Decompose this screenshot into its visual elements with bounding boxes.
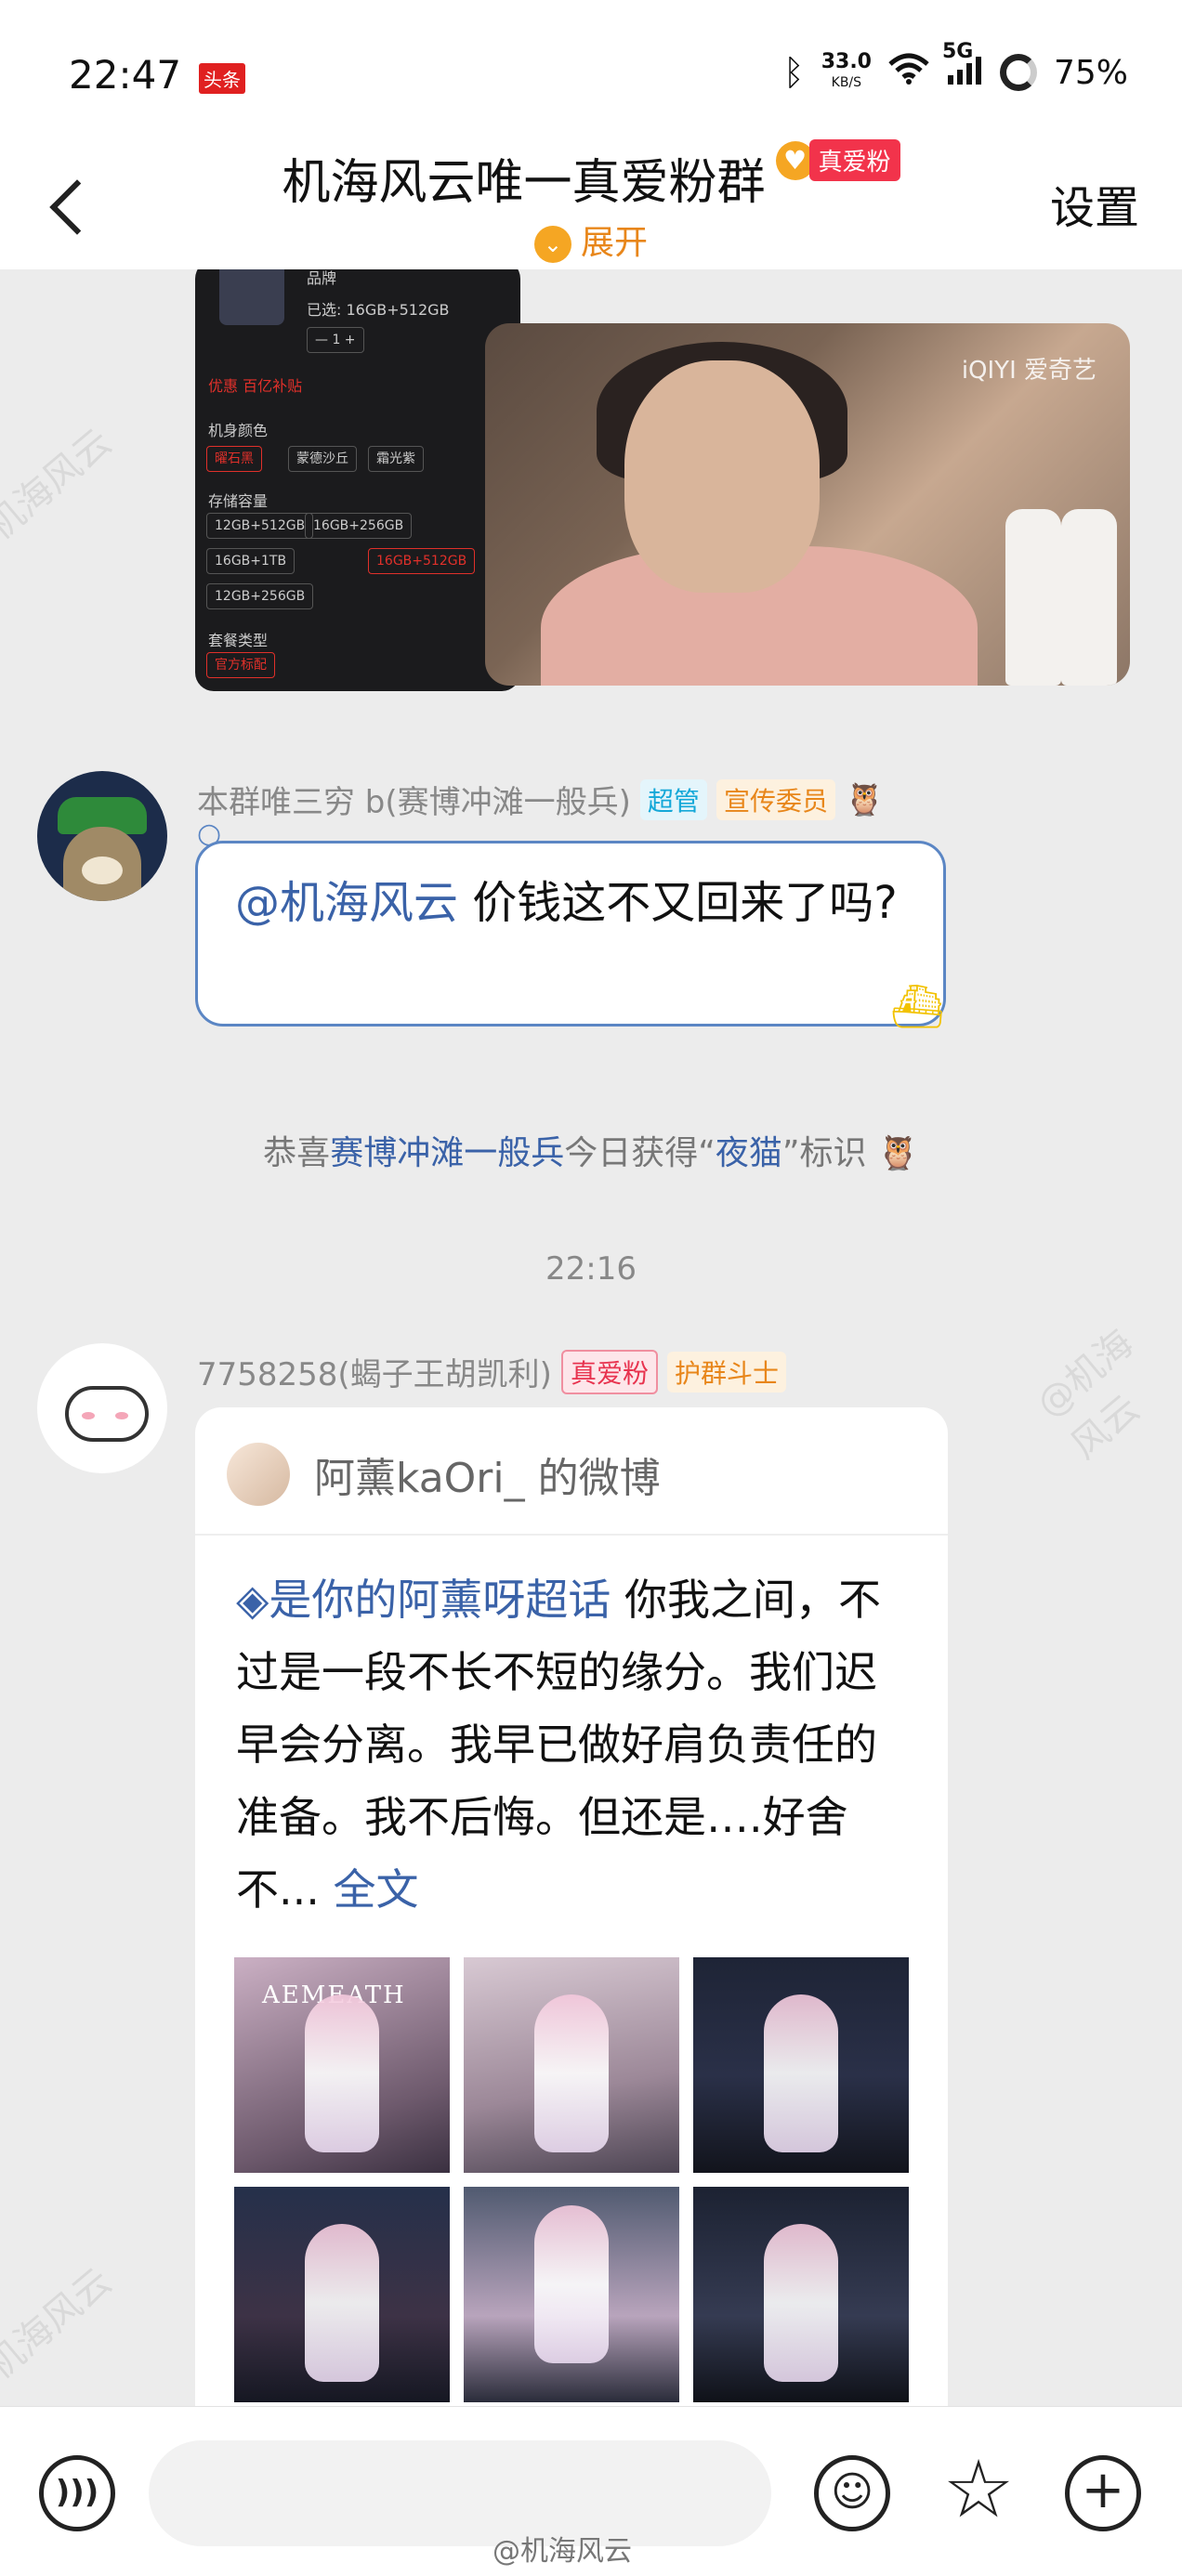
card-body: ◈是你的阿薰呀超话 你我之间，不过是一段不长不短的缘分。我们迟早会分离。我早已做… <box>236 1563 914 1926</box>
title-row: 机海风云唯一真爱粉群 ♥ 真爱粉 <box>0 139 1182 213</box>
grid-image[interactable]: AEMEATH <box>234 1957 450 2173</box>
voice-button[interactable]: ))) <box>39 2455 115 2531</box>
topic-link[interactable]: ◈是你的阿薰呀超话 <box>236 1575 611 1625</box>
settings-button[interactable]: 设置 <box>1050 171 1139 236</box>
message-sender: 本群唯三穷 b(赛博冲滩一般兵) 超管 宣传委员 🦉 <box>197 777 884 822</box>
voice-icon: ))) <box>55 2474 99 2511</box>
guard-tag: 护群斗士 <box>666 1351 786 1393</box>
input-toolbar: ))) ☺ ☆ + @机海风云 <box>0 2406 1182 2576</box>
system-message: 恭喜赛博冲滩一般兵今日获得“夜猫”标识 🦉 <box>263 1134 919 1172</box>
system-badge-link[interactable]: 夜猫 <box>716 1134 782 1172</box>
message-input[interactable] <box>149 2440 771 2546</box>
grid-image[interactable] <box>464 1957 679 2173</box>
bubble-decoration-icon: ○ <box>197 817 222 850</box>
image-grid: AEMEATH <box>234 1957 913 2406</box>
card-source: 阿薰kaOri_ 的微博 <box>314 1455 661 1502</box>
group-title[interactable]: 机海风云唯一真爱粉群 <box>282 143 765 213</box>
grid-image[interactable] <box>234 2187 450 2402</box>
sticker-button[interactable]: ☆ <box>940 2450 1017 2531</box>
grid-image[interactable] <box>693 2187 909 2402</box>
sender-name: 7758258(蝎子王胡凯利) <box>197 1356 552 1393</box>
chevron-down-icon: ⌄ <box>533 226 571 263</box>
watermark: @机海风云 <box>1028 1321 1149 1468</box>
message-text: 价钱这不又回来了吗? <box>458 877 898 929</box>
owl-icon: 🦉 <box>876 1134 919 1172</box>
message-sender: 7758258(蝎子王胡凯利) 真爱粉 护群斗士 <box>197 1349 786 1394</box>
sender-name: 本群唯三穷 b(赛博冲滩一般兵) <box>197 784 631 821</box>
chat-area[interactable]: 机海风云 @机海风云 机海风云 品牌 已选: 16GB+512GB — 1 + … <box>0 269 1182 2406</box>
expand-button[interactable]: ⌄ 展开 <box>0 216 1182 264</box>
network-type: 5G <box>941 40 974 63</box>
plus-icon: + <box>1081 2460 1125 2520</box>
bluetooth-icon: ᛒ <box>782 52 805 93</box>
read-more-link[interactable]: 全文 <box>320 1864 418 1915</box>
owl-icon: 🦉 <box>844 780 885 818</box>
wifi-icon <box>888 52 929 93</box>
promo-tag: 宣传委员 <box>716 778 835 820</box>
watermark: @机海风云 <box>492 2535 632 2568</box>
expand-label: 展开 <box>580 224 648 262</box>
message-bubble[interactable]: @机海风云 价钱这不又回来了吗? <box>195 841 946 1026</box>
status-icons: ᛒ 33.0 KB/S 5G 75% <box>782 40 1128 93</box>
smile-icon: ☺ <box>831 2468 873 2516</box>
avatar[interactable] <box>37 771 167 901</box>
status-bar: 22:47 头条 ᛒ 33.0 KB/S 5G 75% <box>0 0 1182 139</box>
net-speed: 33.0 KB/S <box>821 50 872 91</box>
weibo-user-avatar <box>227 1443 290 1506</box>
grid-image[interactable] <box>693 1957 909 2173</box>
weibo-share-card[interactable]: 阿薰kaOri_ 的微博 ◈是你的阿薰呀超话 你我之间，不过是一段不长不短的缘分… <box>195 1407 948 2406</box>
emoji-button[interactable]: ☺ <box>814 2455 890 2531</box>
shared-image-phone-screenshot[interactable]: 品牌 已选: 16GB+512GB — 1 + 优惠 百亿补贴 机身颜色 曜石黑… <box>195 269 520 691</box>
app-badge: 头条 <box>199 63 245 94</box>
status-time: 22:47 <box>69 52 182 98</box>
true-fan-badge: ♥ 真爱粉 <box>775 139 900 181</box>
admin-tag: 超管 <box>639 778 707 820</box>
video-logo: iQIYI 爱奇艺 <box>961 357 1097 385</box>
submarine-icon: ⛴ <box>890 981 945 1031</box>
watermark: 机海风云 <box>0 2260 120 2389</box>
card-header: 阿薰kaOri_ 的微博 <box>195 1407 948 1536</box>
star-icon: ☆ <box>942 2443 1015 2536</box>
system-user-link[interactable]: 赛博冲滩一般兵 <box>330 1134 564 1172</box>
timestamp: 22:16 <box>545 1250 637 1288</box>
battery-icon <box>999 54 1037 91</box>
mention-link[interactable]: @机海风云 <box>235 877 458 929</box>
watermark: 机海风云 <box>0 421 120 550</box>
true-fan-label: 真爱粉 <box>808 139 900 181</box>
more-button[interactable]: + <box>1065 2455 1141 2531</box>
signal-icon: 5G <box>942 40 983 90</box>
avatar[interactable] <box>37 1343 167 1473</box>
diamond-icon: ◈ <box>236 1575 269 1625</box>
true-fan-tag: 真爱粉 <box>560 1349 658 1394</box>
shared-image-video-frame[interactable]: iQIYI 爱奇艺 <box>485 323 1130 686</box>
chat-header: 机海风云唯一真爱粉群 ♥ 真爱粉 ⌄ 展开 设置 <box>0 139 1182 269</box>
battery-level: 75% <box>1053 53 1128 92</box>
grid-image[interactable] <box>464 2187 679 2402</box>
